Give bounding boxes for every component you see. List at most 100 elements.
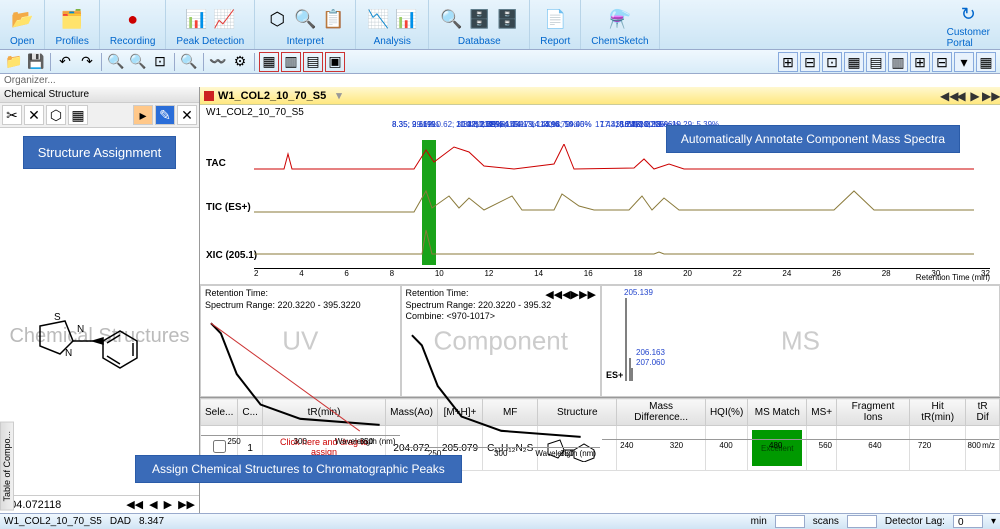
comp-next-icon[interactable]: ▶ bbox=[571, 288, 579, 301]
profiles-icon: 🗂️ bbox=[60, 7, 84, 31]
comp-combine-label: Combine: <970-1017> bbox=[406, 311, 597, 323]
save-icon[interactable]: 💾 bbox=[26, 52, 46, 72]
annotate-callout: Automatically Annotate Component Mass Sp… bbox=[666, 125, 960, 153]
struct-tool-1[interactable]: ✂ bbox=[2, 105, 22, 125]
status-scans-field[interactable] bbox=[847, 515, 877, 528]
chemsketch-icon: ⚗️ bbox=[608, 7, 632, 31]
chrom-x-axis: 2468101214161820222426283032 bbox=[254, 268, 990, 284]
panel-icon-10[interactable]: ▦ bbox=[976, 52, 996, 72]
comp-prev-icon[interactable]: ◀ bbox=[562, 288, 570, 301]
mass-nav-prev[interactable]: ◀ bbox=[149, 498, 157, 511]
tab-indicator-icon bbox=[204, 91, 214, 101]
struct-tool-2[interactable]: ✕ bbox=[24, 105, 44, 125]
ms-spectrum[interactable]: 205.139 206.163 207.060 MS ES+ 240320400… bbox=[601, 285, 1000, 397]
panel-icon-7[interactable]: ⊞ bbox=[910, 52, 930, 72]
report-icon: 📄 bbox=[543, 7, 567, 31]
struct-tool-orange[interactable]: ▸ bbox=[133, 105, 153, 125]
ribbon-report[interactable]: 📄 Report bbox=[530, 0, 581, 49]
view-icon-1[interactable]: ▦ bbox=[259, 52, 279, 72]
tab-prev-icon[interactable]: ◀ bbox=[954, 89, 968, 103]
ribbon-analysis[interactable]: 📉📊 Analysis bbox=[356, 0, 429, 49]
ribbon-report-label: Report bbox=[540, 36, 570, 47]
comp-last-icon[interactable]: ▶▶ bbox=[579, 288, 596, 301]
db-icon-3: 🗄️ bbox=[495, 7, 519, 31]
mass-nav-first[interactable]: ◀◀ bbox=[126, 498, 143, 511]
chromatogram[interactable]: Automatically Annotate Component Mass Sp… bbox=[200, 120, 1000, 285]
ribbon-profiles[interactable]: 🗂️ Profiles bbox=[45, 0, 99, 49]
chrom-axis-label: Retention Time (min) bbox=[916, 273, 990, 282]
molecule-icon: S N N bbox=[25, 296, 175, 376]
portal-label: Customer Portal bbox=[947, 27, 990, 49]
trace-config-icon[interactable]: ⚙ bbox=[230, 52, 250, 72]
status-lag-field[interactable]: 0 bbox=[953, 515, 983, 528]
ribbon-open[interactable]: 📂 Open bbox=[0, 0, 45, 49]
svg-text:N: N bbox=[77, 324, 84, 335]
panel-icon-9[interactable]: ▾ bbox=[954, 52, 974, 72]
mass-nav-next[interactable]: ▶ bbox=[164, 498, 172, 511]
uv-spectrum[interactable]: Retention Time: Spectrum Range: 220.3220… bbox=[200, 285, 401, 397]
status-bar: W1_COL2_10_70_S5 DAD 8.347 min scans Det… bbox=[0, 513, 1000, 529]
panel-icon-3[interactable]: ⊡ bbox=[822, 52, 842, 72]
peaks-icon: 📊 bbox=[184, 7, 208, 31]
ms-axis: 240320400480560640720800 m/z bbox=[602, 439, 999, 451]
record-icon: ● bbox=[121, 7, 145, 31]
compound-table-tab[interactable]: Table of Compo... bbox=[0, 422, 14, 511]
structure-canvas[interactable]: Chemical Structures S N N bbox=[0, 177, 199, 495]
trace-tic-label: TIC (ES+) bbox=[206, 202, 251, 213]
struct-tool-blue[interactable]: ✎ bbox=[155, 105, 175, 125]
struct-tool-4[interactable]: ▦ bbox=[68, 105, 88, 125]
tab-dropdown-icon[interactable]: ▾ bbox=[330, 89, 342, 102]
xic-trace bbox=[254, 228, 974, 258]
main-content: W1_COL2_10_70_S5 ▾ ◀◀ ◀ ▶ ▶▶ W1_COL2_10_… bbox=[200, 87, 1000, 513]
tab-title: W1_COL2_10_70_S5 bbox=[218, 90, 326, 102]
sample-tab[interactable]: W1_COL2_10_70_S5 ▾ bbox=[204, 89, 342, 102]
mass-nav-last[interactable]: ▶▶ bbox=[178, 498, 195, 511]
ribbon-recording[interactable]: ● Recording bbox=[100, 0, 167, 49]
tab-last-icon[interactable]: ▶▶ bbox=[982, 89, 996, 103]
ribbon-interpret[interactable]: ⬡🔍📋 Interpret bbox=[255, 0, 356, 49]
status-dad: DAD bbox=[110, 516, 131, 527]
ribbon-peaks-label: Peak Detection bbox=[176, 36, 244, 47]
zoom-in-icon[interactable]: 🔍 bbox=[106, 52, 126, 72]
structure-panel: Chemical Structure ✂ ✕ ⬡ ▦ ▸ ✎ ✕ Structu… bbox=[0, 87, 200, 513]
zoom-out-icon[interactable]: 🔍 bbox=[128, 52, 148, 72]
trace-icon[interactable]: 〰️ bbox=[208, 52, 228, 72]
ribbon-chemsketch[interactable]: ⚗️ ChemSketch bbox=[581, 0, 659, 49]
ribbon-analysis-label: Analysis bbox=[374, 36, 411, 47]
ribbon-peak-detection[interactable]: 📊📈 Peak Detection bbox=[166, 0, 255, 49]
view-icon-2[interactable]: ▥ bbox=[281, 52, 301, 72]
undo-icon[interactable]: ↶ bbox=[55, 52, 75, 72]
zoom-fit-icon[interactable]: ⊡ bbox=[150, 52, 170, 72]
structure-toolbar: ✂ ✕ ⬡ ▦ ▸ ✎ ✕ bbox=[0, 103, 199, 128]
ribbon-recording-label: Recording bbox=[110, 36, 156, 47]
uv-rt-label: Retention Time: bbox=[205, 288, 396, 300]
zoom-reset-icon[interactable]: 🔍 bbox=[179, 52, 199, 72]
organizer-label[interactable]: Organizer... bbox=[0, 74, 1000, 87]
comp-first-icon[interactable]: ◀◀ bbox=[545, 288, 562, 301]
status-min-field[interactable] bbox=[775, 515, 805, 528]
panel-icon-1[interactable]: ⊞ bbox=[778, 52, 798, 72]
struct-tool-3[interactable]: ⬡ bbox=[46, 105, 66, 125]
panel-icon-8[interactable]: ⊟ bbox=[932, 52, 952, 72]
svg-text:S: S bbox=[54, 312, 61, 323]
panel-icon-2[interactable]: ⊟ bbox=[800, 52, 820, 72]
tab-first-icon[interactable]: ◀◀ bbox=[940, 89, 954, 103]
struct-tool-close[interactable]: ✕ bbox=[177, 105, 197, 125]
redo-icon[interactable]: ↷ bbox=[77, 52, 97, 72]
open-folder-icon[interactable]: 📁 bbox=[4, 52, 24, 72]
tic-trace bbox=[254, 186, 974, 216]
status-dropdown-icon[interactable]: ▾ bbox=[991, 516, 996, 527]
ms-mode-label: ES+ bbox=[606, 370, 623, 380]
ribbon-database[interactable]: 🔍🗄️🗄️ Database bbox=[429, 0, 530, 49]
component-spectrum[interactable]: ◀◀ ◀ ▶ ▶▶ Retention Time: Spectrum Range… bbox=[401, 285, 602, 397]
structure-assignment-callout: Structure Assignment bbox=[23, 136, 177, 169]
component-nav: ◀◀ ◀ ▶ ▶▶ bbox=[545, 288, 596, 301]
view-icon-3[interactable]: ▤ bbox=[303, 52, 323, 72]
sample-name: W1_COL2_10_70_S5 bbox=[200, 105, 1000, 120]
panel-icon-5[interactable]: ▤ bbox=[866, 52, 886, 72]
view-icon-4[interactable]: ▣ bbox=[325, 52, 345, 72]
customer-portal[interactable]: ↻ Customer Portal bbox=[937, 0, 1000, 49]
panel-icon-6[interactable]: ▥ bbox=[888, 52, 908, 72]
panel-icon-4[interactable]: ▦ bbox=[844, 52, 864, 72]
tab-next-icon[interactable]: ▶ bbox=[968, 89, 982, 103]
